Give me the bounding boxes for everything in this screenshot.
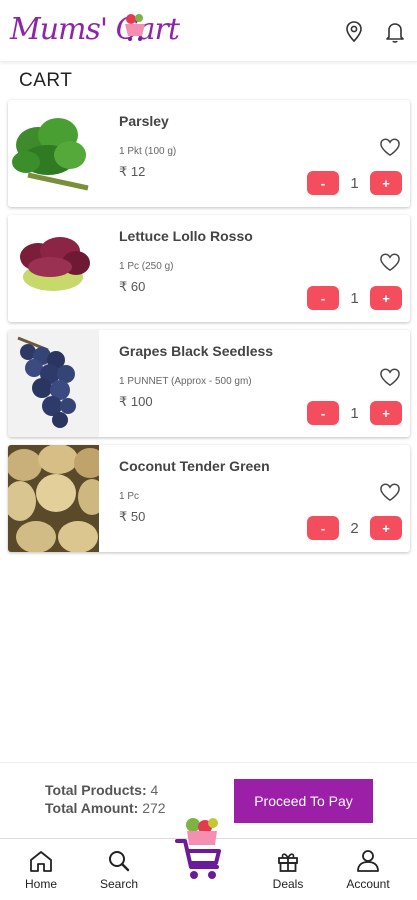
decrease-quantity-button[interactable]: - (307, 516, 339, 540)
product-price: ₹ 60 (119, 279, 146, 294)
product-name: Grapes Black Seedless (119, 343, 274, 359)
bottom-navigation: Home Search Deals Account (0, 818, 417, 900)
nav-item-deals[interactable]: Deals (253, 849, 323, 897)
product-image (8, 215, 99, 322)
decrease-quantity-button[interactable]: - (307, 171, 339, 195)
total-products-value: 4 (150, 782, 159, 798)
heart-icon[interactable] (379, 137, 401, 157)
total-amount-label: Total Amount: (45, 800, 139, 816)
nav-item-home[interactable]: Home (6, 849, 76, 897)
cart-item-card: Lettuce Lollo Rosso 1 Pc (250 g) ₹ 60 - … (8, 215, 410, 322)
nav-item-search[interactable]: Search (84, 849, 154, 897)
cart-item-card: Parsley 1 Pkt (100 g) ₹ 12 - 1 + (8, 100, 410, 207)
decrease-quantity-button[interactable]: - (307, 286, 339, 310)
cart-item-card: Coconut Tender Green 1 Pc ₹ 50 - 2 + (8, 445, 410, 552)
heart-icon[interactable] (379, 367, 401, 387)
app-logo[interactable]: Mums' Cart (10, 10, 180, 50)
increase-quantity-button[interactable]: + (370, 171, 402, 195)
search-icon (109, 851, 130, 872)
increase-quantity-button[interactable]: + (370, 401, 402, 425)
app-header: Mums' Cart (0, 0, 417, 62)
quantity-count: 2 (350, 519, 359, 537)
total-products: Total Products: 4 (45, 782, 158, 798)
gift-icon (278, 853, 298, 872)
product-name: Lettuce Lollo Rosso (119, 228, 253, 244)
product-quantity: 1 PUNNET (Approx - 500 gm) (119, 376, 252, 387)
heart-icon[interactable] (379, 252, 401, 272)
cart-icon (175, 818, 221, 879)
cart-item-card: Grapes Black Seedless 1 PUNNET (Approx -… (8, 330, 410, 437)
user-icon (357, 850, 379, 872)
product-price: ₹ 12 (119, 164, 146, 179)
nav-label-search: Search (99, 877, 139, 891)
product-image (8, 445, 99, 552)
product-quantity: 1 Pc (250 g) (119, 261, 174, 272)
product-image (8, 100, 99, 207)
nav-item-cart[interactable] (173, 815, 227, 889)
nav-item-account[interactable]: Account (333, 849, 403, 897)
increase-quantity-button[interactable]: + (370, 516, 402, 540)
quantity-count: 1 (350, 289, 359, 307)
product-price: ₹ 100 (119, 394, 153, 409)
quantity-count: 1 (350, 174, 359, 192)
decrease-quantity-button[interactable]: - (307, 401, 339, 425)
product-image (8, 330, 99, 437)
page-title: CART (19, 70, 73, 91)
total-amount: Total Amount: 272 (45, 800, 166, 816)
proceed-to-pay-button[interactable]: Proceed To Pay (234, 779, 373, 823)
product-quantity: 1 Pc (119, 491, 140, 502)
product-price: ₹ 50 (119, 509, 146, 524)
location-pin-icon[interactable] (343, 20, 365, 44)
increase-quantity-button[interactable]: + (370, 286, 402, 310)
product-name: Parsley (119, 113, 169, 129)
product-name: Coconut Tender Green (119, 458, 270, 474)
nav-label-account: Account (346, 877, 390, 891)
quantity-count: 1 (350, 404, 359, 422)
bell-icon[interactable] (384, 20, 406, 44)
product-quantity: 1 Pkt (100 g) (119, 146, 177, 157)
basket-logo-icon (125, 14, 145, 41)
nav-label-deals: Deals (272, 877, 304, 891)
nav-label-home: Home (24, 877, 57, 891)
home-icon (30, 851, 52, 872)
total-amount-value: 272 (142, 800, 166, 816)
total-products-label: Total Products: (45, 782, 147, 798)
heart-icon[interactable] (379, 482, 401, 502)
logo-text: Mums' Cart (10, 12, 180, 47)
